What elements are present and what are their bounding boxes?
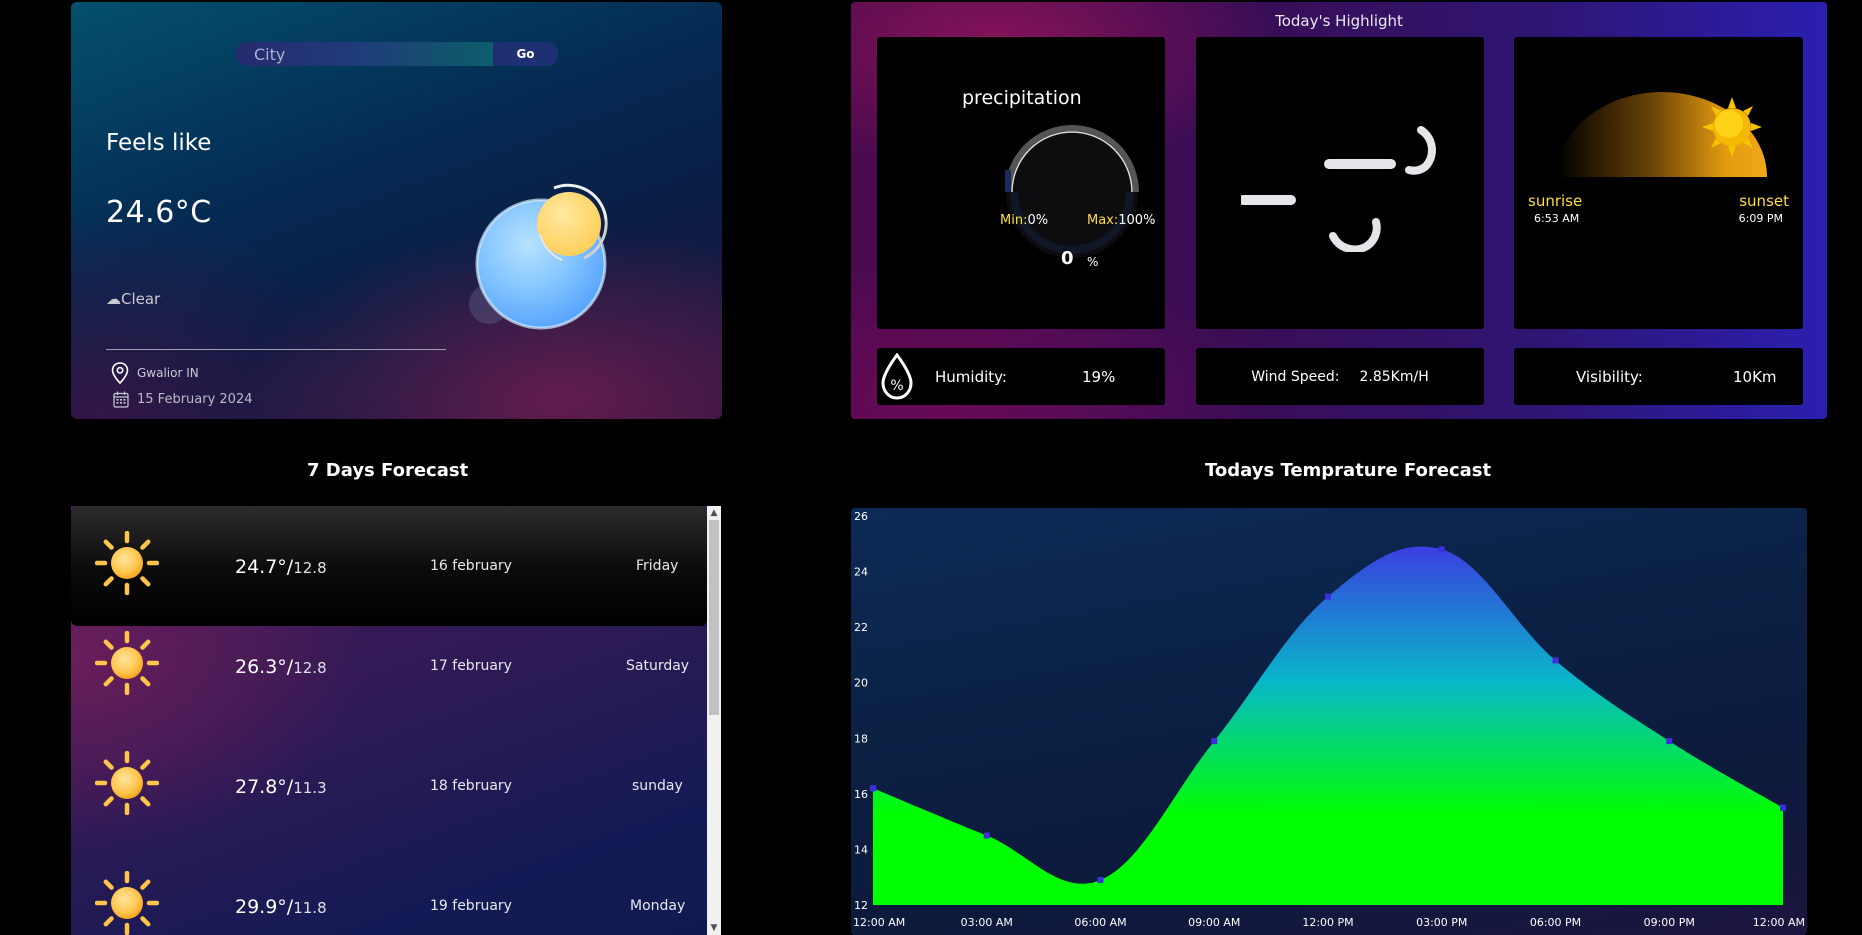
wind-speed-card: Wind Speed: 2.85Km/H [1196, 348, 1484, 405]
x-tick-label: 12:00 PM [1302, 916, 1353, 929]
humidity-label: Humidity: [935, 367, 1007, 386]
forecast-day: Saturday [626, 658, 690, 674]
chart-heading: Todays Temprature Forecast [1205, 460, 1492, 481]
precipitation-title: precipitation [962, 87, 1082, 109]
forecast-heading: 7 Days Forecast [307, 460, 469, 481]
data-point [1666, 738, 1673, 745]
humidity-card: % Humidity: 19% [877, 348, 1165, 405]
x-tick-label: 06:00 AM [1074, 916, 1126, 929]
sun-icon [95, 751, 159, 815]
humidity-drop-icon: % [881, 353, 913, 400]
data-point [1097, 876, 1104, 883]
temperature-area [873, 546, 1783, 905]
wind-speed-value: 2.85Km/H [1359, 368, 1429, 385]
x-tick-label: 12:00 AM [853, 916, 905, 929]
data-point [1438, 546, 1445, 553]
forecast-date: 17 february [430, 658, 512, 674]
visibility-value: 10Km [1733, 367, 1777, 386]
precipitation-value: 0 [1061, 248, 1074, 269]
data-point [983, 832, 990, 839]
date-text: 15 February 2024 [137, 392, 253, 407]
data-point [1552, 657, 1559, 664]
divider [106, 349, 446, 350]
current-temperature: 24.6°C [106, 195, 212, 230]
y-tick-label: 24 [854, 566, 868, 579]
scroll-down-arrow-icon[interactable]: ▼ [707, 921, 721, 935]
x-tick-label: 09:00 AM [1188, 916, 1240, 929]
location-pin-icon [111, 362, 129, 384]
forecast-date: 18 february [430, 778, 512, 794]
forecast-scrollbar[interactable]: ▲ ▼ [707, 506, 721, 935]
data-point [1780, 804, 1786, 811]
feels-like-label: Feels like [106, 130, 212, 156]
forecast-temperature: 27.8°/11.3 [235, 776, 327, 798]
visibility-card: Visibility: 10Km [1514, 348, 1803, 405]
forecast-date: 19 february [430, 898, 512, 914]
y-tick-label: 18 [854, 732, 868, 745]
forecast-list: 24.7°/12.8 16 february Friday 26.3°/12.8… [71, 506, 721, 935]
x-tick-label: 06:00 PM [1530, 916, 1581, 929]
city-search-bar: Go [236, 42, 558, 66]
current-weather-card: Go Feels like 24.6°C ☁Clear [71, 2, 722, 419]
highlight-title: Today's Highlight [1275, 12, 1403, 30]
wind-speed-label: Wind Speed: [1251, 368, 1340, 385]
sunny-weather-icon [469, 183, 608, 330]
wind-icon [1241, 126, 1436, 252]
forecast-row[interactable]: 29.9°/11.8 19 february Monday [71, 846, 707, 935]
x-tick-label: 09:00 PM [1644, 916, 1695, 929]
x-tick-label: 03:00 PM [1416, 916, 1467, 929]
precipitation-max: Max:100% [1087, 213, 1156, 228]
sun-icon [95, 631, 159, 695]
sunrise-sunset-card: sunrise sunset 6:53 AM 6:09 PM [1514, 37, 1803, 329]
precipitation-unit: % [1087, 255, 1099, 269]
date-row: 15 February 2024 [113, 391, 253, 408]
data-point [1325, 593, 1331, 600]
location-row: Gwalior IN [111, 362, 199, 384]
sunrise-label: sunrise [1528, 192, 1583, 210]
data-point [1211, 738, 1218, 745]
forecast-row[interactable]: 26.3°/12.8 17 february Saturday [71, 606, 707, 726]
todays-highlight-panel: Today's Highlight precipitation Min:0% M… [851, 2, 1827, 419]
forecast-day: Friday [636, 558, 679, 574]
y-tick-label: 22 [854, 621, 868, 634]
y-tick-label: 20 [854, 677, 868, 690]
sunset-label: sunset [1739, 192, 1789, 210]
wind-card [1196, 37, 1484, 329]
svg-text:%: % [890, 378, 903, 394]
forecast-day: Monday [630, 898, 686, 914]
forecast-date: 16 february [430, 558, 512, 574]
forecast-day: sunday [632, 778, 683, 794]
humidity-value: 19% [1082, 367, 1116, 386]
sunset-time: 6:09 PM [1738, 212, 1783, 225]
temperature-chart-svg: 12 14 16 18 20 22 24 26 12:00 AM 03:00 AM 06:00 A… [853, 510, 1805, 929]
forecast-temperature: 29.9°/11.8 [235, 896, 327, 918]
forecast-temperature: 24.7°/12.8 [235, 556, 327, 578]
data-point [870, 785, 876, 792]
location-text: Gwalior IN [137, 366, 199, 380]
precipitation-min: Min:0% [1000, 213, 1049, 228]
scroll-thumb[interactable] [709, 520, 719, 715]
forecast-row[interactable]: 27.8°/11.3 18 february sunday [71, 726, 707, 846]
weather-condition: ☁Clear [106, 290, 161, 308]
city-search-input[interactable] [236, 42, 493, 66]
precipitation-gauge [1005, 125, 1139, 258]
y-tick-label: 26 [854, 510, 868, 523]
temperature-chart: 12 14 16 18 20 22 24 26 12:00 AM 03:00 AM 06:00 A… [851, 508, 1807, 935]
sun-icon [95, 871, 159, 935]
forecast-temperature: 26.3°/12.8 [235, 656, 327, 678]
sun-icon [95, 531, 159, 595]
precipitation-card: precipitation Min:0% Max:100% 0 % [877, 37, 1165, 329]
sunrise-time: 6:53 AM [1534, 212, 1580, 225]
sun-arc-icon [1557, 92, 1767, 177]
y-tick-label: 14 [854, 843, 868, 856]
calendar-icon [113, 391, 129, 408]
y-tick-label: 12 [854, 899, 868, 912]
scroll-up-arrow-icon[interactable]: ▲ [707, 506, 721, 520]
x-tick-label: 03:00 AM [961, 916, 1013, 929]
y-tick-label: 16 [854, 788, 868, 801]
visibility-label: Visibility: [1576, 367, 1643, 386]
x-tick-label: 12:00 AM [1753, 916, 1805, 929]
go-button[interactable]: Go [493, 42, 558, 66]
